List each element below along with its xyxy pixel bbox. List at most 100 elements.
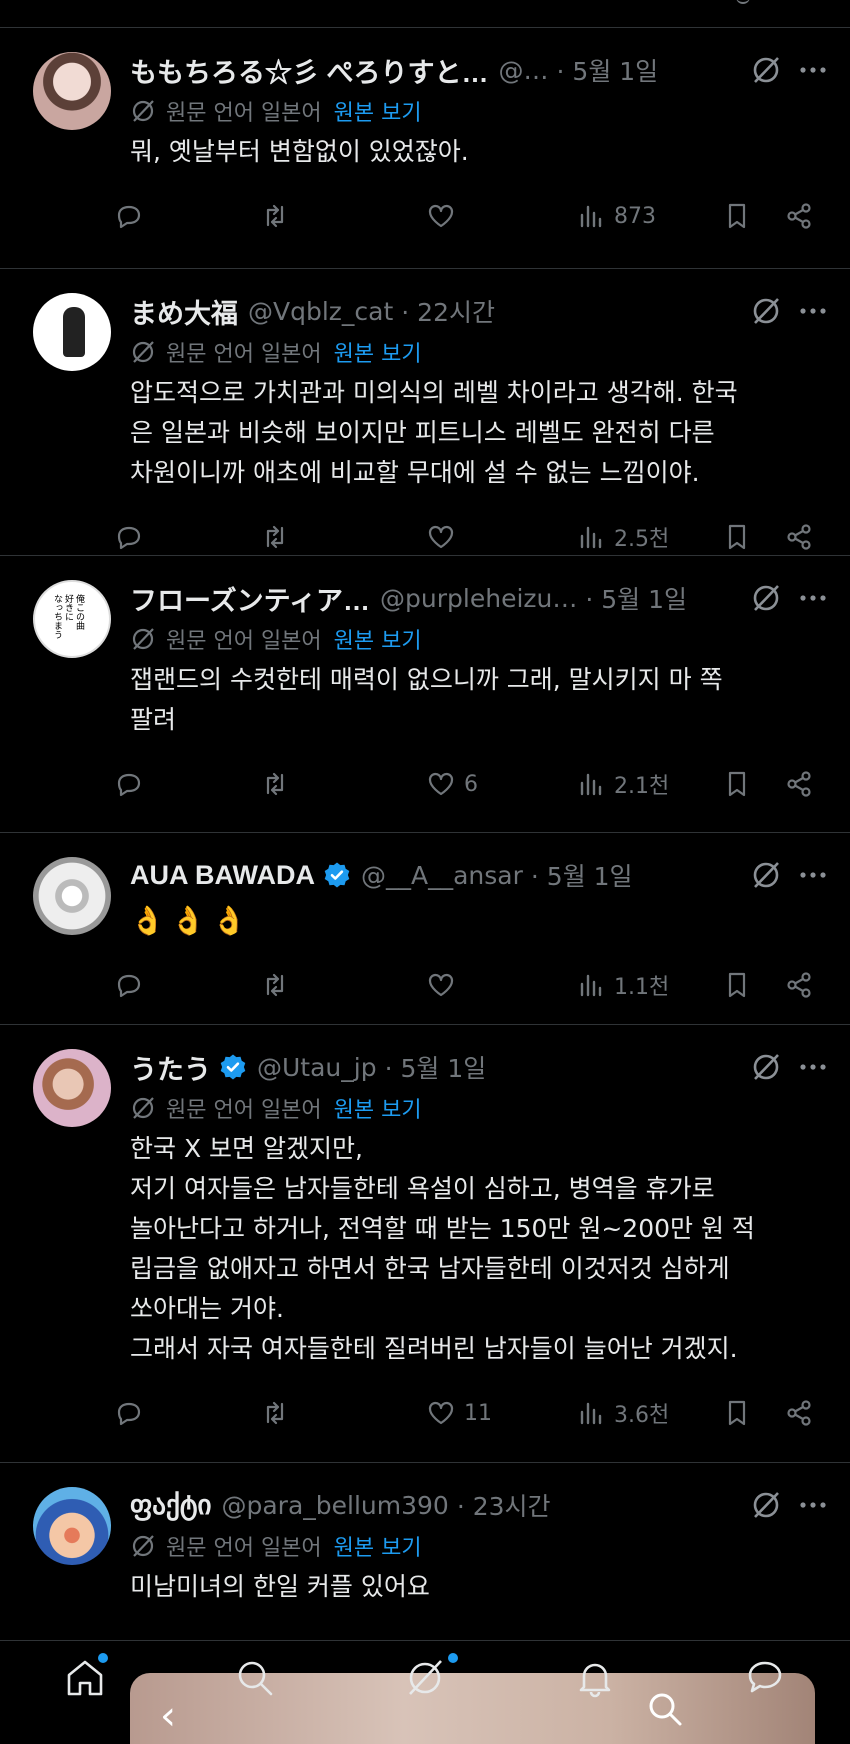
heart-icon bbox=[428, 772, 454, 796]
views-button[interactable]: 3.6천 bbox=[576, 1397, 669, 1429]
handle[interactable]: @para_bellum390 bbox=[221, 1491, 448, 1520]
bookmark-icon bbox=[728, 524, 746, 550]
grok-icon[interactable] bbox=[402, 1655, 448, 1701]
post-text: 뭐, 옛날부터 변함없이 있었잖아. bbox=[130, 137, 469, 166]
share-button[interactable] bbox=[784, 769, 814, 799]
reply-icon bbox=[117, 205, 141, 229]
show-original-link[interactable]: 원본 보기 bbox=[334, 623, 422, 655]
more-icon[interactable] bbox=[796, 858, 830, 892]
avatar[interactable] bbox=[33, 1049, 111, 1127]
handle[interactable]: @purpleheizu… bbox=[380, 584, 577, 613]
like-button[interactable] bbox=[426, 201, 464, 231]
grok-icon[interactable] bbox=[750, 54, 782, 86]
views-icon bbox=[580, 974, 602, 997]
handle[interactable]: @__A__ansar bbox=[361, 861, 523, 890]
repost-button[interactable] bbox=[260, 522, 298, 552]
show-original-link[interactable]: 원본 보기 bbox=[334, 1092, 422, 1124]
repost-icon bbox=[266, 1401, 284, 1425]
avatar[interactable] bbox=[33, 1487, 111, 1565]
like-button[interactable] bbox=[426, 970, 464, 1000]
reply-button[interactable] bbox=[114, 970, 152, 1000]
more-icon[interactable] bbox=[796, 53, 830, 87]
display-name[interactable]: ფაქტი bbox=[130, 1490, 211, 1521]
repost-button[interactable] bbox=[260, 201, 298, 231]
more-icon[interactable] bbox=[796, 1488, 830, 1522]
share-button[interactable] bbox=[784, 201, 814, 231]
post[interactable]: ფაქტი @para_bellum390 · 23시간 원문 언어 일본어 원… bbox=[0, 1463, 850, 1663]
timestamp[interactable]: · 22시간 bbox=[401, 293, 495, 329]
handle[interactable]: @Utau_jp bbox=[257, 1053, 377, 1082]
grok-icon[interactable] bbox=[750, 1489, 782, 1521]
post[interactable]: ももちろる☆彡 ぺろりすと… @… · 5월 1일 원문 언어 일본어 원본 보… bbox=[0, 28, 850, 269]
repost-button[interactable] bbox=[260, 769, 298, 799]
reply-button[interactable] bbox=[114, 1398, 152, 1428]
grok-icon bbox=[132, 1535, 154, 1557]
avatar[interactable] bbox=[33, 52, 111, 130]
share-button[interactable] bbox=[784, 970, 814, 1000]
timestamp[interactable]: · 5월 1일 bbox=[385, 1049, 487, 1085]
show-original-link[interactable]: 원본 보기 bbox=[334, 95, 422, 127]
grok-icon[interactable] bbox=[750, 582, 782, 614]
timestamp[interactable]: · 5월 1일 bbox=[585, 580, 687, 616]
repost-button[interactable] bbox=[260, 970, 298, 1000]
display-name[interactable]: AUA BAWADA bbox=[130, 860, 315, 891]
post-header: ფაქტი @para_bellum390 · 23시간 bbox=[130, 1483, 830, 1527]
bookmark-button[interactable] bbox=[722, 522, 752, 552]
handle[interactable]: @… bbox=[499, 56, 549, 85]
handle[interactable]: @Vqblz_cat bbox=[248, 297, 393, 326]
bookmark-button[interactable] bbox=[722, 769, 752, 799]
grok-icon[interactable] bbox=[750, 1051, 782, 1083]
post-header: うたう @Utau_jp · 5월 1일 bbox=[130, 1045, 830, 1089]
reply-button[interactable] bbox=[114, 769, 152, 799]
bookmark-button[interactable] bbox=[722, 970, 752, 1000]
views-button[interactable]: 2.1천 bbox=[576, 768, 669, 800]
messages-icon[interactable] bbox=[742, 1655, 788, 1701]
like-button[interactable]: 11 bbox=[426, 1398, 492, 1428]
timestamp[interactable]: · 5월 1일 bbox=[531, 857, 633, 893]
post[interactable]: 俺この曲 好きに なっちまう フローズンティア… @purpleheizu… · 5… bbox=[0, 556, 850, 833]
post-actions: 1.1천 bbox=[117, 963, 830, 1007]
grok-icon[interactable] bbox=[750, 859, 782, 891]
more-icon[interactable] bbox=[796, 1050, 830, 1084]
views-button[interactable]: 2.5천 bbox=[576, 521, 669, 553]
search-icon[interactable] bbox=[232, 1655, 278, 1701]
views-count: 3.6천 bbox=[614, 1403, 670, 1428]
grok-icon bbox=[132, 341, 154, 363]
show-original-link[interactable]: 원본 보기 bbox=[334, 1530, 422, 1562]
like-button[interactable]: 6 bbox=[426, 769, 478, 799]
display-name[interactable]: まめ大福 bbox=[130, 292, 238, 331]
share-button[interactable] bbox=[784, 522, 814, 552]
repost-button[interactable] bbox=[260, 1398, 298, 1428]
views-button[interactable]: 873 bbox=[576, 201, 656, 231]
display-name[interactable]: フローズンティア… bbox=[130, 579, 370, 618]
display-name[interactable]: ももちろる☆彡 ぺろりすと… bbox=[130, 51, 489, 90]
more-icon[interactable] bbox=[796, 581, 830, 615]
translation-label: 원문 언어 일본어 bbox=[166, 342, 322, 367]
like-button[interactable] bbox=[426, 522, 464, 552]
post[interactable]: うたう @Utau_jp · 5월 1일 원문 언어 일본어 원본 보기 한국 … bbox=[0, 1025, 850, 1463]
grok-icon[interactable] bbox=[750, 295, 782, 327]
timestamp[interactable]: · 5월 1일 bbox=[557, 52, 659, 88]
post[interactable]: AUA BAWADA @__A__ansar · 5월 1일 👌👌👌 1.1천 bbox=[0, 833, 850, 1025]
back-icon[interactable]: ‹ bbox=[160, 1693, 176, 1739]
avatar[interactable]: 俺この曲 好きに なっちまう bbox=[33, 580, 111, 658]
like-count: 11 bbox=[464, 1400, 492, 1426]
bookmark-button[interactable] bbox=[722, 1398, 752, 1428]
grok-icon bbox=[132, 1097, 154, 1119]
display-name[interactable]: うたう bbox=[130, 1048, 211, 1087]
avatar[interactable] bbox=[33, 857, 111, 935]
reply-button[interactable] bbox=[114, 201, 152, 231]
post-text: 잽랜드의 수컷한테 매력이 없으니까 그래, 말시키지 마 쪽 팔려 bbox=[130, 665, 723, 734]
post[interactable]: まめ大福 @Vqblz_cat · 22시간 원문 언어 일본어 원본 보기 압… bbox=[0, 269, 850, 556]
timestamp[interactable]: · 23시간 bbox=[457, 1487, 551, 1523]
share-button[interactable] bbox=[784, 1398, 814, 1428]
reply-button[interactable] bbox=[114, 522, 152, 552]
views-button[interactable]: 1.1천 bbox=[576, 969, 669, 1001]
notifications-icon[interactable] bbox=[572, 1655, 618, 1701]
more-icon[interactable] bbox=[796, 294, 830, 328]
bookmark-button[interactable] bbox=[722, 201, 752, 231]
post-text: 한국 X 보면 알겠지만, 저기 여자들은 남자들한테 욕설이 심하고, 병역을… bbox=[130, 1134, 755, 1363]
show-original-link[interactable]: 원본 보기 bbox=[334, 336, 422, 368]
avatar[interactable] bbox=[33, 293, 111, 371]
search-icon[interactable] bbox=[645, 1689, 685, 1729]
